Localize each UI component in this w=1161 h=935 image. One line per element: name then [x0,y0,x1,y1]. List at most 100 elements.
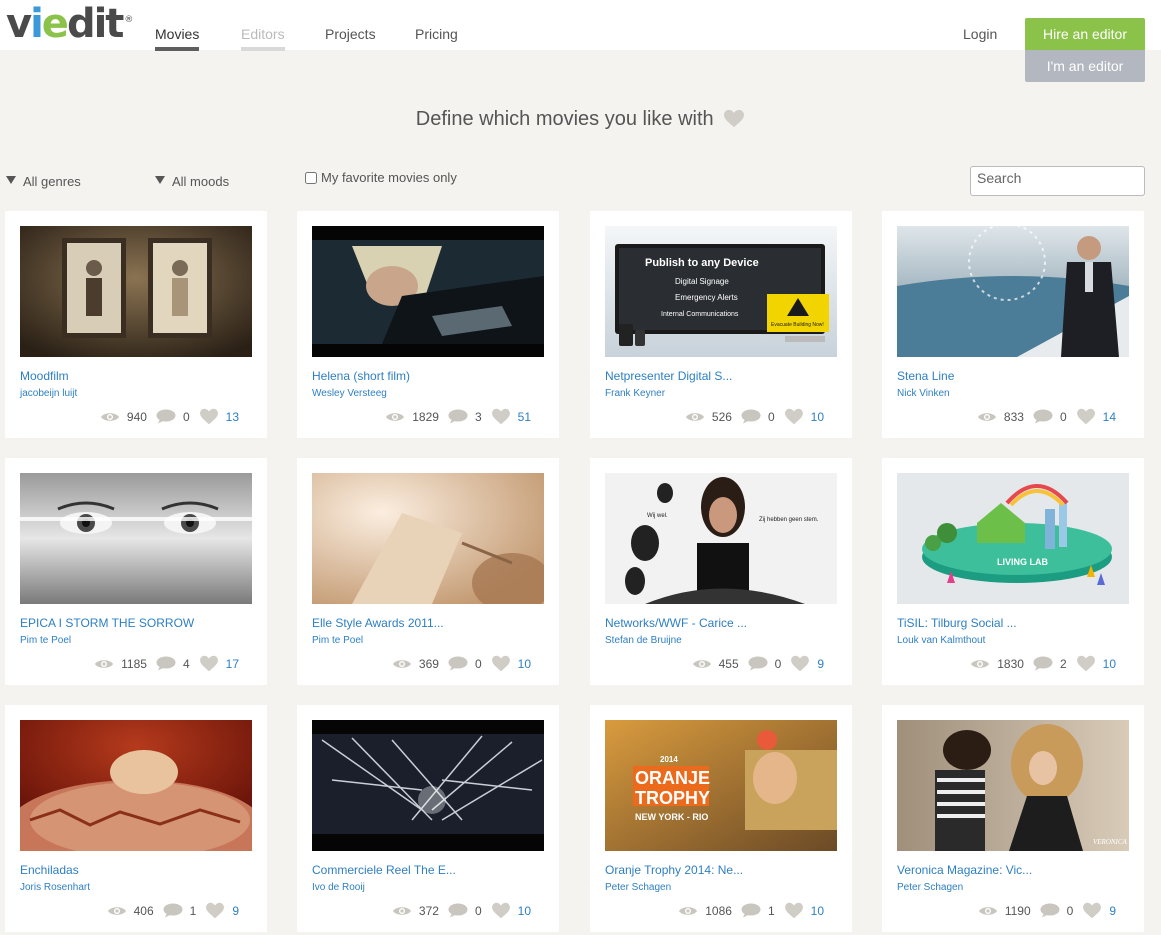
eye-icon [977,412,996,421]
movie-title[interactable]: TiSIL: Tilburg Social ... [897,616,1017,630]
movie-title[interactable]: Commerciele Reel The E... [312,863,456,877]
favorites-filter[interactable]: My favorite movies only [305,170,457,185]
likes-count: 14 [1102,409,1116,424]
movie-card[interactable]: LIVING LAB TiSIL: Tilburg Social ... Lou… [882,458,1144,685]
movie-card[interactable]: Commerciele Reel The E... Ivo de Rooij 3… [297,705,559,932]
movie-card[interactable]: Moodfilm jacobeijn luijt 940 0 13 [5,211,267,438]
views-count: 1086 [705,903,732,918]
heart-icon[interactable] [199,655,219,672]
im-an-editor-button[interactable]: I'm an editor [1025,50,1145,82]
heart-icon[interactable] [790,655,810,672]
thumb-carice-left: Wij wel. [647,513,668,519]
movie-title[interactable]: Moodfilm [20,369,69,383]
movie-author[interactable]: Peter Schagen [897,882,963,893]
movie-stats: 940 0 13 [100,408,239,425]
movie-card[interactable]: EPICA I STORM THE SORROW Pim te Poel 118… [5,458,267,685]
movie-card[interactable]: Elle Style Awards 2011... Pim te Poel 36… [297,458,559,685]
heart-icon[interactable] [1082,902,1102,919]
movie-author[interactable]: Pim te Poel [312,635,363,646]
movie-thumbnail[interactable] [897,226,1129,357]
movie-stats: 1830 2 10 [970,655,1116,672]
comment-icon [748,656,768,671]
movie-thumbnail[interactable]: VERONICA [897,720,1129,851]
heart-icon[interactable] [491,655,511,672]
movie-author[interactable]: Pim te Poel [20,635,71,646]
movie-card[interactable]: Wij wel. Zij hebben geen stem. Networks/… [590,458,852,685]
comments-count: 4 [182,656,190,671]
movie-thumbnail[interactable] [20,226,252,357]
movie-author[interactable]: Ivo de Rooij [312,882,365,893]
movie-title[interactable]: Netpresenter Digital S... [605,369,732,383]
movie-thumbnail[interactable]: Wij wel. Zij hebben geen stem. [605,473,837,604]
movie-author[interactable]: Stefan de Bruijne [605,635,682,646]
thumb-oranje-year: 2014 [660,755,678,764]
heart-icon[interactable] [205,902,225,919]
comment-icon [741,903,761,918]
movie-title[interactable]: Enchiladas [20,863,79,877]
heart-icon[interactable] [199,408,219,425]
movie-title[interactable]: Networks/WWF - Carice ... [605,616,747,630]
movie-title[interactable]: Stena Line [897,369,954,383]
movie-card[interactable]: Enchiladas Joris Rosenhart 406 1 9 [5,705,267,932]
movie-thumbnail[interactable] [312,473,544,604]
nav-pricing[interactable]: Pricing [415,26,458,42]
nav-projects[interactable]: Projects [325,26,376,42]
comment-icon [1033,409,1053,424]
heart-icon[interactable] [1076,408,1096,425]
moods-dropdown[interactable]: All moods [155,174,229,189]
likes-count: 10 [517,903,531,918]
movie-thumbnail[interactable] [20,473,252,604]
likes-count: 9 [817,656,824,671]
hire-editor-button[interactable]: Hire an editor [1025,18,1145,50]
login-link[interactable]: Login [963,26,997,42]
heart-icon[interactable] [784,902,804,919]
thumb-veronica-mark: VERONICA [1093,838,1128,846]
favorites-label: My favorite movies only [321,170,457,185]
movie-stats: 526 0 10 [685,408,824,425]
views-count: 1190 [1004,903,1031,918]
comment-icon [741,409,761,424]
movie-card[interactable]: 2014 ORANJE TROPHY NEW YORK - RIO Oranje… [590,705,852,932]
movie-thumbnail[interactable] [20,720,252,851]
movie-title[interactable]: Elle Style Awards 2011... [312,616,444,630]
thumb-oranje-line1: ORANJE [635,768,710,788]
movie-card[interactable]: VERONICA Veronica Magazine: Vic... Peter… [882,705,1144,932]
thumb-netpresenter-bullet: Emergency Alerts [675,293,738,302]
movie-author[interactable]: Louk van Kalmthout [897,635,985,646]
comment-icon [448,656,468,671]
movie-author[interactable]: Nick Vinken [897,388,950,399]
nav-editors[interactable]: Editors [241,26,285,51]
movie-thumbnail[interactable]: 2014 ORANJE TROPHY NEW YORK - RIO [605,720,837,851]
movie-author[interactable]: Wesley Versteeg [312,388,387,399]
movie-card[interactable]: Publish to any Device Digital Signage Em… [590,211,852,438]
heart-icon[interactable] [491,408,511,425]
search-input[interactable] [970,166,1145,196]
genres-dropdown[interactable]: All genres [6,174,81,189]
dropdown-triangle-icon [6,175,16,184]
movie-card[interactable]: Helena (short film) Wesley Versteeg 1829… [297,211,559,438]
movie-title[interactable]: EPICA I STORM THE SORROW [20,616,194,630]
movie-author[interactable]: Joris Rosenhart [20,882,90,893]
movie-thumbnail[interactable]: LIVING LAB [897,473,1129,604]
movie-author[interactable]: jacobeijn luijt [20,388,77,399]
movie-title[interactable]: Veronica Magazine: Vic... [897,863,1032,877]
headline-text: Define which movies you like with [415,108,714,130]
heart-icon[interactable] [784,408,804,425]
eye-icon [978,906,997,915]
movie-card[interactable]: Stena Line Nick Vinken 833 0 14 [882,211,1144,438]
viedit-logo[interactable]: v i e dit ® [6,4,133,44]
movie-title[interactable]: Helena (short film) [312,369,410,383]
movie-author[interactable]: Frank Keyner [605,388,665,399]
heart-icon[interactable] [1076,655,1096,672]
movie-thumbnail[interactable] [312,226,544,357]
favorites-checkbox[interactable] [305,171,317,184]
nav-movies[interactable]: Movies [155,26,200,51]
movie-thumbnail[interactable] [312,720,544,851]
movie-title[interactable]: Oranje Trophy 2014: Ne... [605,863,743,877]
heart-icon[interactable] [491,902,511,919]
views-count: 833 [1003,409,1024,424]
movie-thumbnail[interactable]: Publish to any Device Digital Signage Em… [605,226,837,357]
views-count: 1830 [997,656,1024,671]
likes-count: 9 [232,903,239,918]
movie-author[interactable]: Peter Schagen [605,882,671,893]
